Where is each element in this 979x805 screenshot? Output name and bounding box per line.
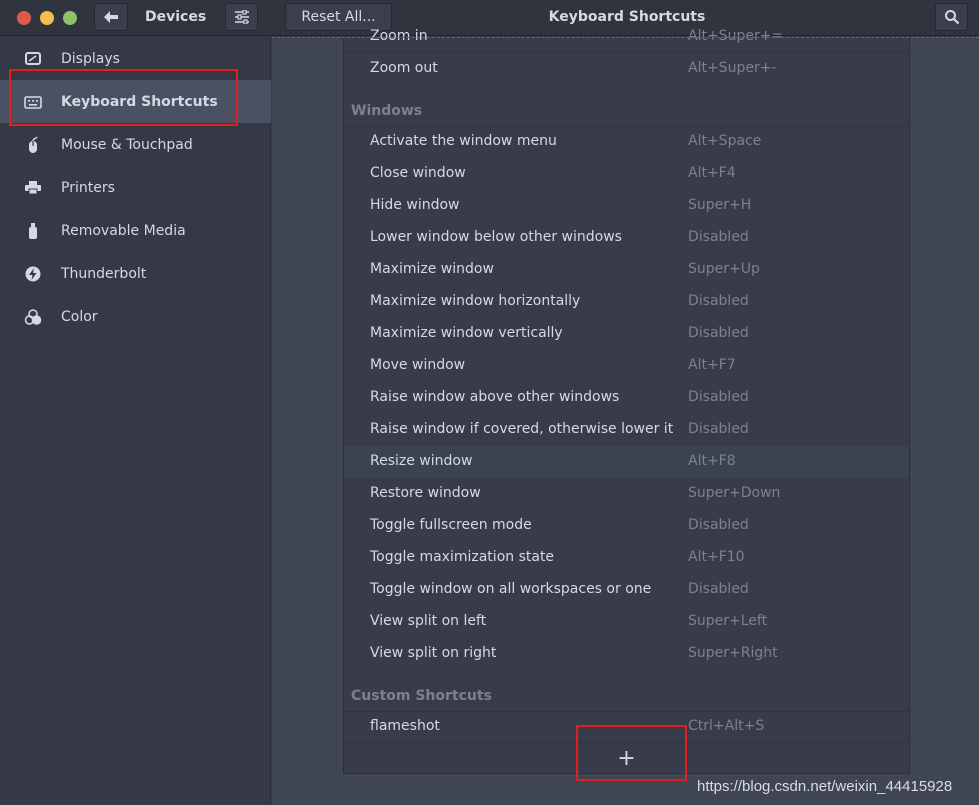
shortcut-row[interactable]: Toggle maximization state Alt+F10 <box>344 542 909 574</box>
thunderbolt-icon <box>24 265 42 283</box>
mouse-icon <box>24 136 42 154</box>
shortcut-row[interactable]: View split on left Super+Left <box>344 606 909 638</box>
shortcut-row[interactable]: Lower window below other windows Disabled <box>344 222 909 254</box>
shortcut-name: Move window <box>370 357 466 373</box>
watermark-text: https://blog.csdn.net/weixin_44415928 <box>697 778 953 795</box>
shortcut-list: Zoom in Alt+Super+= Zoom out Alt+Super+-… <box>343 28 910 774</box>
shortcut-accel: Super+Right <box>688 645 778 661</box>
annotation-highlight-keyboard <box>9 69 238 126</box>
shortcut-name: View split on left <box>370 613 487 629</box>
shortcut-name: Toggle fullscreen mode <box>370 517 532 533</box>
shortcut-row[interactable]: Hide window Super+H <box>344 190 909 222</box>
shortcut-row[interactable]: Maximize window vertically Disabled <box>344 318 909 350</box>
shortcut-name: Raise window above other windows <box>370 389 620 405</box>
sidebar-item-label: Mouse & Touchpad <box>61 136 193 153</box>
shortcut-name: Toggle maximization state <box>370 549 555 565</box>
shortcut-accel: Alt+F4 <box>688 165 736 181</box>
shortcut-accel: Super+Down <box>688 485 781 501</box>
shortcut-row[interactable]: View split on right Super+Right <box>344 638 909 670</box>
sidebar-item-label: Color <box>61 308 98 325</box>
sidebar-item-label: Printers <box>61 179 115 196</box>
scroll-undershoot <box>272 37 979 38</box>
sidebar-item-label: Thunderbolt <box>61 265 147 282</box>
shortcut-accel: Alt+Super+= <box>688 28 784 44</box>
search-icon <box>944 10 959 25</box>
shortcut-name: Restore window <box>370 485 481 501</box>
shortcut-name: Toggle window on all workspaces or one <box>370 581 652 597</box>
shortcut-name: Lower window below other windows <box>370 229 622 245</box>
shortcut-name: Zoom in <box>370 28 428 44</box>
shortcut-row[interactable]: Activate the window menu Alt+Space <box>344 126 909 158</box>
shortcut-name: flameshot <box>370 718 440 734</box>
shortcut-accel: Disabled <box>688 421 749 437</box>
shortcut-row[interactable]: Toggle window on all workspaces or one Di… <box>344 574 909 606</box>
shortcut-name: Close window <box>370 165 466 181</box>
sidebar-item-thunderbolt[interactable]: Thunderbolt <box>0 252 271 295</box>
sidebar-item-removable-media[interactable]: Removable Media <box>0 209 271 252</box>
sidebar: Displays Keyboard Shortcuts Mouse & Touc… <box>0 37 271 805</box>
shortcut-name: View split on right <box>370 645 497 661</box>
shortcut-row[interactable]: Toggle fullscreen mode Disabled <box>344 510 909 542</box>
shortcut-accel: Alt+Super+- <box>688 60 777 76</box>
shortcut-accel: Disabled <box>688 517 749 533</box>
shortcut-name: Activate the window menu <box>370 133 557 149</box>
printer-icon <box>24 179 42 197</box>
shortcut-accel: Alt+F7 <box>688 357 736 373</box>
section-title-windows: Windows <box>351 103 423 119</box>
shortcuts-content: Zoom in Alt+Super+= Zoom out Alt+Super+-… <box>272 28 979 805</box>
shortcut-accel: Disabled <box>688 389 749 405</box>
shortcut-accel: Alt+F8 <box>688 453 736 469</box>
annotation-highlight-add <box>576 725 687 781</box>
shortcut-name: Maximize window <box>370 261 494 277</box>
shortcut-row[interactable]: Maximize window horizontally Disabled <box>344 286 909 318</box>
sidebar-item-label: Displays <box>61 50 120 67</box>
shortcut-row[interactable]: Maximize window Super+Up <box>344 254 909 286</box>
shortcut-name: Zoom out <box>370 60 438 76</box>
sidebar-item-color[interactable]: Color <box>0 295 271 338</box>
shortcut-accel: Disabled <box>688 325 749 341</box>
shortcut-accel: Disabled <box>688 581 749 597</box>
shortcut-accel: Super+Up <box>688 261 760 277</box>
shortcut-row[interactable]: Raise window if covered, otherwise lower… <box>344 414 909 446</box>
shortcut-row[interactable]: Restore window Super+Down <box>344 478 909 510</box>
shortcut-accel: Alt+F10 <box>688 549 745 565</box>
section-title-custom: Custom Shortcuts <box>351 688 492 704</box>
sidebar-item-label: Removable Media <box>61 222 186 239</box>
shortcut-row-zoom-out[interactable]: Zoom out Alt+Super+- <box>344 53 909 85</box>
sidebar-item-mouse-touchpad[interactable]: Mouse & Touchpad <box>0 123 271 166</box>
shortcut-row[interactable]: Close window Alt+F4 <box>344 158 909 190</box>
search-button[interactable] <box>935 3 968 31</box>
shortcut-name: Maximize window vertically <box>370 325 563 341</box>
shortcut-accel: Alt+Space <box>688 133 762 149</box>
display-icon <box>24 50 42 68</box>
shortcut-row[interactable]: Raise window above other windows Disabled <box>344 382 909 414</box>
shortcut-name: Maximize window horizontally <box>370 293 581 309</box>
shortcut-row[interactable]: Move window Alt+F7 <box>344 350 909 382</box>
shortcut-accel: Disabled <box>688 293 749 309</box>
color-icon <box>24 308 42 326</box>
shortcut-accel: Super+Left <box>688 613 768 629</box>
usb-drive-icon <box>24 222 42 240</box>
shortcut-accel: Super+H <box>688 197 752 213</box>
shortcut-accel: Ctrl+Alt+S <box>688 718 765 734</box>
shortcut-row[interactable]: Resize window Alt+F8 <box>344 446 909 478</box>
sidebar-item-printers[interactable]: Printers <box>0 166 271 209</box>
shortcut-name: Raise window if covered, otherwise lower… <box>370 421 674 437</box>
shortcut-accel: Disabled <box>688 229 749 245</box>
shortcut-name: Resize window <box>370 453 473 469</box>
shortcut-name: Hide window <box>370 197 460 213</box>
